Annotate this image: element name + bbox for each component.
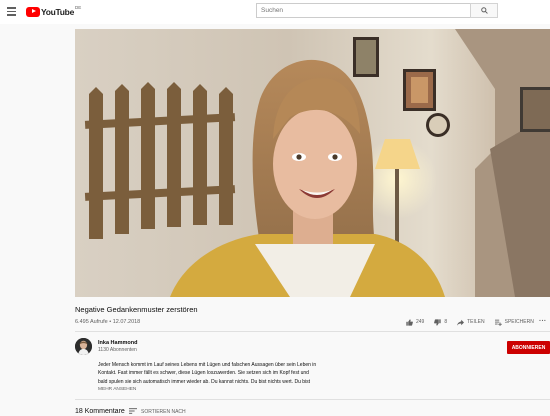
avatar-image (75, 338, 92, 355)
save-label: SPEICHERN (504, 319, 534, 325)
channel-name[interactable]: Inka Hammond (98, 340, 137, 346)
like-count: 249 (416, 319, 425, 325)
video-actions: 249 8 TEILEN SPEICHERN (406, 317, 544, 327)
view-count: 6.495 Aufrufe (75, 319, 108, 325)
divider (75, 399, 550, 400)
logo-text: YouTube (41, 6, 74, 17)
show-more-button[interactable]: MEHR ANSEHEN (98, 387, 136, 392)
sort-button[interactable]: SORTIEREN NACH (129, 408, 186, 416)
video-title: Negative Gedankenmuster zerstören (75, 305, 198, 314)
search-button[interactable] (470, 3, 498, 18)
youtube-logo[interactable]: YouTube DE (26, 5, 82, 17)
playlist-add-icon (494, 319, 502, 326)
like-button[interactable]: 249 (406, 318, 425, 326)
search-input[interactable] (261, 7, 466, 14)
description-line: Jeder Mensch kommt im Lauf seines Lebens… (98, 362, 317, 368)
youtube-play-icon (26, 6, 40, 17)
save-button[interactable]: SPEICHERN (494, 319, 534, 326)
share-button[interactable]: TEILEN (457, 319, 485, 326)
video-player[interactable] (75, 29, 550, 297)
masthead: YouTube DE (0, 0, 550, 24)
description-line: Kontakt. Fast immer fällt es schwer, die… (98, 370, 309, 377)
description-line: bald spulen sie sich automatisch immer w… (98, 378, 311, 385)
thumbs-up-icon (406, 318, 413, 326)
dislike-button[interactable]: 8 (434, 318, 448, 326)
sort-label: SORTIEREN NACH (141, 409, 186, 415)
dislike-count: 8 (444, 319, 448, 325)
thumbs-down-icon (434, 318, 441, 326)
comments-count: 18 Kommentare (75, 408, 125, 415)
video-meta: 6.495 Aufrufe • 12.07.2018 (75, 319, 140, 325)
publish-date: 12.07.2018 (112, 319, 141, 325)
menu-icon[interactable] (7, 7, 16, 16)
video-description: Jeder Mensch kommt im Lauf seines Lebens… (98, 361, 358, 386)
divider (75, 331, 550, 332)
search-icon (480, 7, 488, 14)
more-actions-button[interactable]: ... (539, 316, 546, 323)
logo-country: DE (75, 5, 82, 10)
channel-avatar[interactable] (75, 338, 92, 355)
subscribe-button[interactable]: ABONNIEREN (507, 341, 550, 354)
sort-icon (129, 408, 137, 414)
share-icon (457, 319, 465, 326)
video-frame (75, 29, 550, 297)
subscriber-count: 1130 Abonnenten (98, 347, 137, 353)
share-label: TEILEN (467, 319, 485, 325)
search-field[interactable] (256, 3, 471, 18)
